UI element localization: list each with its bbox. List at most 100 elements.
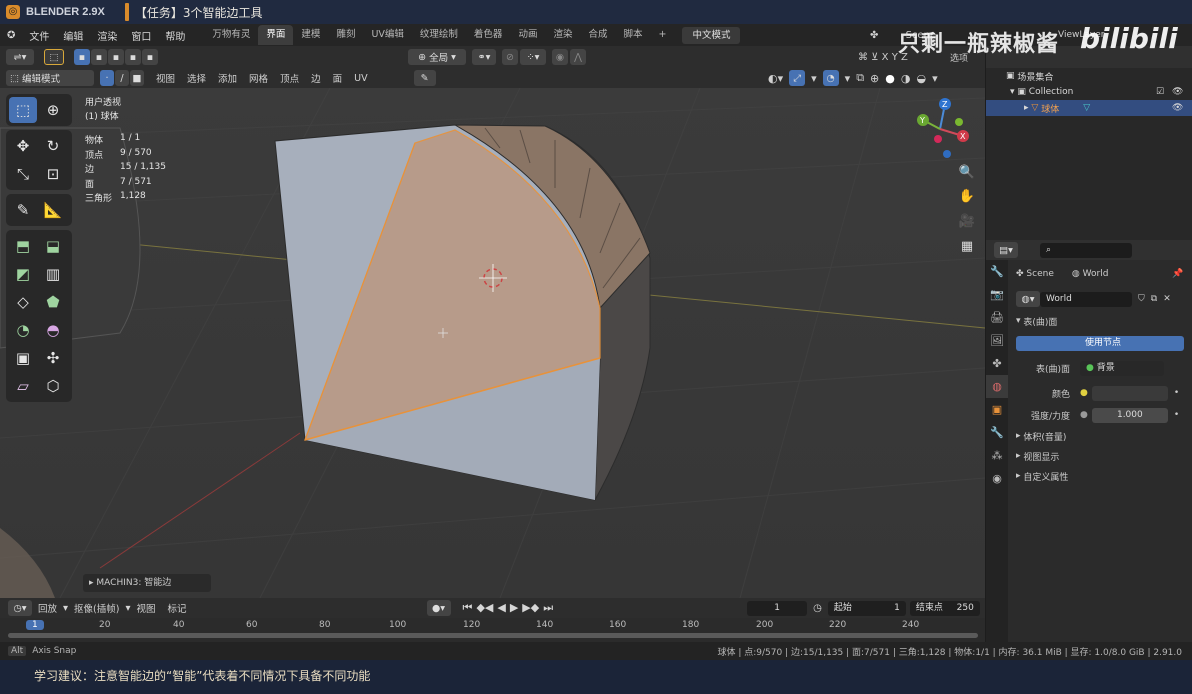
- solid-shading-icon[interactable]: ●: [885, 72, 895, 85]
- rip-tool-icon[interactable]: ⬡: [39, 373, 67, 399]
- edge-slide-tool-icon[interactable]: ▣: [9, 345, 37, 371]
- move-tool-icon[interactable]: ✥: [9, 133, 37, 159]
- menu-add[interactable]: 添加: [212, 71, 243, 85]
- outliner-scene-collection[interactable]: ▣ 场景集合: [986, 68, 1192, 84]
- scale-tool-icon[interactable]: ⤡: [9, 161, 37, 187]
- timeline-ruler[interactable]: 1 20 40 60 80 100 120 140 160 180 200 22…: [0, 620, 985, 632]
- tab-compositing[interactable]: 合成: [580, 25, 615, 45]
- duplicate-icon[interactable]: ⧉: [1151, 294, 1157, 304]
- menu-view[interactable]: 视图: [131, 601, 162, 615]
- navigation-gizmo[interactable]: Z X Y: [905, 94, 975, 164]
- scene-tab-icon[interactable]: ✤: [986, 352, 1008, 375]
- gizmo-y-label[interactable]: Y: [919, 116, 925, 125]
- select-invert-icon[interactable]: ▪: [125, 49, 141, 65]
- world-tab-icon[interactable]: ◍: [986, 375, 1008, 398]
- spin-tool-icon[interactable]: ◔: [9, 317, 37, 343]
- surface-value-field[interactable]: ● 背景: [1080, 360, 1164, 376]
- transform-tool-icon[interactable]: ⊡: [39, 161, 67, 187]
- tab-uv-editing[interactable]: UV编辑: [363, 25, 411, 45]
- menu-marker[interactable]: 标记: [162, 601, 193, 615]
- volume-panel-header[interactable]: ▸ 体积(音量): [1008, 426, 1192, 446]
- color-swatch[interactable]: [1091, 385, 1168, 401]
- extrude-tool-icon[interactable]: ⬒: [9, 233, 37, 259]
- modifier-tab-icon[interactable]: 🔧: [986, 421, 1008, 444]
- playhead[interactable]: 1: [26, 620, 44, 630]
- pan-hand-icon[interactable]: ✋: [956, 186, 978, 208]
- menu-file[interactable]: 文件: [22, 28, 56, 43]
- end-frame-field[interactable]: 结束点 250: [909, 600, 980, 616]
- menu-view[interactable]: 视图: [150, 71, 181, 85]
- menu-select[interactable]: 选择: [181, 71, 212, 85]
- select-intersect-icon[interactable]: ▪: [142, 49, 158, 65]
- particles-tab-icon[interactable]: ⁂: [986, 444, 1008, 467]
- poly-build-icon[interactable]: ⬟: [39, 289, 67, 315]
- outliner-object-row[interactable]: ▸ ▽ 球体 ▽ 👁: [986, 100, 1192, 116]
- blender-menu-icon[interactable]: ✪: [0, 30, 22, 41]
- clock-icon[interactable]: ◷: [813, 603, 822, 614]
- xray-icon[interactable]: ⧉: [856, 71, 864, 85]
- visibility-icon[interactable]: ◐▾: [768, 72, 783, 85]
- material-shading-icon[interactable]: ◑: [901, 72, 911, 85]
- mode-dropdown[interactable]: ⬚ 编辑模式: [6, 70, 94, 86]
- eye-icon[interactable]: 👁: [1172, 103, 1183, 113]
- tab-modeling[interactable]: 建模: [293, 25, 328, 45]
- jump-end-icon[interactable]: ⏭: [543, 601, 553, 615]
- start-frame-field[interactable]: 起始 1: [827, 600, 906, 616]
- menu-keying[interactable]: 抠像(插帧): [68, 601, 125, 615]
- gizmo-x-label[interactable]: X: [960, 132, 966, 141]
- pivot-point-icon[interactable]: ⚭▾: [472, 49, 496, 65]
- chinese-mode-button[interactable]: 中文模式: [682, 26, 741, 44]
- select-box-icon[interactable]: ⬚: [9, 97, 37, 123]
- zoom-icon[interactable]: 🔍: [956, 162, 978, 184]
- gizmo-toggle-icon[interactable]: ⤢: [789, 70, 806, 86]
- checkbox-icon[interactable]: ☑: [1156, 87, 1164, 97]
- tab-texture-paint[interactable]: 纹理绘制: [412, 25, 466, 45]
- tab-scripting[interactable]: 脚本: [615, 25, 650, 45]
- expand-arrow-icon[interactable]: ▾: [1010, 87, 1015, 97]
- viewport-display-panel-header[interactable]: ▸ 视图显示: [1008, 446, 1192, 466]
- pin-icon[interactable]: 📌: [1172, 269, 1183, 279]
- keyframe-dot-icon[interactable]: •: [1174, 388, 1179, 398]
- snap-toggle-icon[interactable]: ⊘: [502, 49, 518, 65]
- tool-tab-icon[interactable]: 🔧: [986, 260, 1008, 283]
- annotate-tool-icon[interactable]: ✎: [9, 197, 37, 223]
- menu-face[interactable]: 面: [327, 71, 349, 85]
- edge-select-icon[interactable]: /: [115, 70, 129, 86]
- shrink-fatten-icon[interactable]: ✣: [39, 345, 67, 371]
- menu-help[interactable]: 帮助: [158, 28, 192, 43]
- play-reverse-icon[interactable]: ◀: [497, 601, 505, 615]
- select-tool-icon[interactable]: ⬚: [44, 49, 64, 65]
- select-extend-icon[interactable]: ▪: [91, 49, 107, 65]
- record-icon[interactable]: ●▾: [426, 600, 451, 616]
- physics-tab-icon[interactable]: ◉: [986, 467, 1008, 490]
- menu-edit[interactable]: 编辑: [56, 28, 90, 43]
- view-layer-tab-icon[interactable]: 🖼: [986, 329, 1008, 352]
- menu-edge[interactable]: 边: [305, 71, 327, 85]
- gizmo-z-label[interactable]: Z: [942, 100, 948, 109]
- editor-type-icon[interactable]: ⇌▾: [6, 49, 34, 65]
- face-select-icon[interactable]: ■: [130, 70, 144, 86]
- menu-mesh[interactable]: 网格: [243, 71, 274, 85]
- select-new-icon[interactable]: ▪: [74, 49, 90, 65]
- world-name-field[interactable]: World: [1040, 291, 1132, 307]
- loop-cut-tool-icon[interactable]: ▥: [39, 261, 67, 287]
- inset-tool-icon[interactable]: ⬓: [39, 233, 67, 259]
- last-operator-panel[interactable]: ▸ MACHIN3: 智能边: [83, 574, 211, 592]
- transform-orientation-dropdown[interactable]: ⊕ 全局 ▾: [408, 49, 466, 65]
- rendered-shading-icon[interactable]: ◒: [916, 72, 926, 85]
- proportional-edit-icon[interactable]: ◉: [552, 49, 568, 65]
- add-workspace-icon[interactable]: +: [651, 25, 675, 45]
- menu-uv[interactable]: UV: [348, 73, 373, 84]
- measure-tool-icon[interactable]: 📐: [39, 197, 67, 223]
- keyframe-dot-icon[interactable]: •: [1174, 410, 1179, 420]
- tab-shading[interactable]: 着色器: [466, 25, 511, 45]
- custom-props-panel-header[interactable]: ▸ 自定义属性: [1008, 466, 1192, 486]
- tab-rendering[interactable]: 渲染: [545, 25, 580, 45]
- overlay-toggle-icon[interactable]: ◔: [822, 70, 839, 86]
- use-nodes-button[interactable]: 使用节点: [1016, 335, 1184, 351]
- tab-sculpting[interactable]: 雕刻: [328, 25, 363, 45]
- world-browse-icon[interactable]: ◍▾: [1016, 291, 1040, 307]
- falloff-icon[interactable]: ⋀: [570, 49, 586, 65]
- tab-animation[interactable]: 动画: [510, 25, 545, 45]
- timeline-scrollbar[interactable]: [8, 633, 978, 638]
